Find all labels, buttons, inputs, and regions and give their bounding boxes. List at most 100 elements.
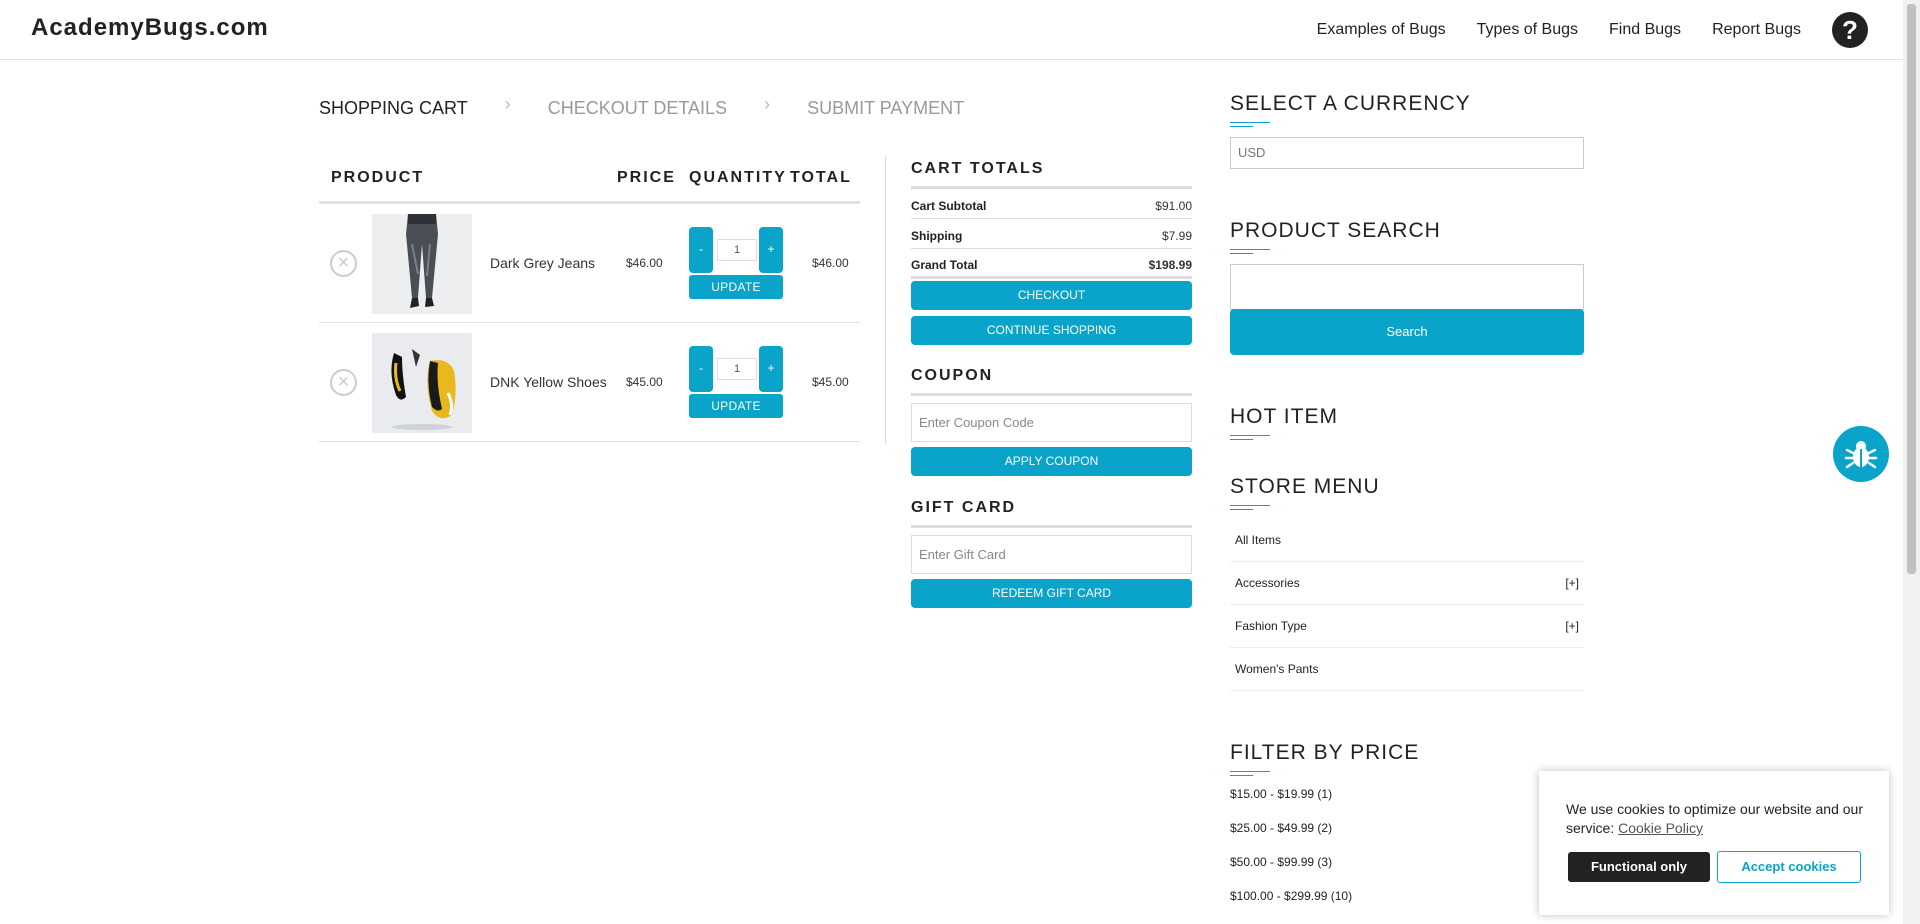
search-button[interactable]: Search xyxy=(1230,309,1584,355)
page-scrollbar[interactable] xyxy=(1903,0,1920,924)
report-bug-floating-button[interactable] xyxy=(1833,426,1889,482)
title-underline xyxy=(1230,249,1584,259)
update-button[interactable]: UPDATE xyxy=(689,394,783,418)
shipping-label: Shipping xyxy=(911,228,963,243)
menu-item-all-items[interactable]: All Items xyxy=(1230,519,1584,562)
shipping-row: Shipping $7.99 xyxy=(911,219,1192,249)
price-filter-list: $15.00 - $19.99 (1) $25.00 - $49.99 (2) … xyxy=(1230,786,1584,922)
product-price: $46.00 xyxy=(626,256,663,270)
cookie-banner: We use cookies to optimize our website a… xyxy=(1539,771,1889,915)
gift-card-title: GIFT CARD xyxy=(911,499,1192,528)
store-menu-title: STORE MENU xyxy=(1230,475,1380,498)
qty-increase-button[interactable]: + xyxy=(759,346,783,392)
qty-increase-button[interactable]: + xyxy=(759,227,783,273)
menu-item-accessories[interactable]: Accessories [+] xyxy=(1230,562,1584,605)
price-filter-link[interactable]: $15.00 - $19.99 (1) xyxy=(1230,786,1584,820)
functional-only-button[interactable]: Functional only xyxy=(1568,852,1710,882)
title-underline xyxy=(1230,122,1584,132)
cookie-policy-link[interactable]: Cookie Policy xyxy=(1618,820,1703,836)
nav-examples-of-bugs[interactable]: Examples of Bugs xyxy=(1317,21,1446,39)
cart-row: × Dark Grey Jeans $46.00 - 1 + UPDATE $4… xyxy=(319,204,860,323)
title-underline xyxy=(1230,771,1584,781)
price-filter-link[interactable]: $100.00 - $299.99 (10) xyxy=(1230,888,1584,922)
sidebar: SELECT A CURRENCY USD PRODUCT SEARCH Sea… xyxy=(1230,92,1584,922)
menu-item-label: Fashion Type xyxy=(1235,619,1307,633)
product-price: $45.00 xyxy=(626,375,663,389)
menu-item-label: Accessories xyxy=(1235,576,1300,590)
filter-price-title: FILTER BY PRICE xyxy=(1230,741,1420,764)
site-logo[interactable]: AcademyBugs.com xyxy=(31,14,269,42)
remove-item-icon[interactable]: × xyxy=(330,250,357,277)
subtotal-row: Cart Subtotal $91.00 xyxy=(911,189,1192,219)
column-divider xyxy=(885,156,886,444)
product-name[interactable]: Dark Grey Jeans xyxy=(490,255,595,271)
title-underline xyxy=(1230,435,1584,445)
product-image-jeans[interactable] xyxy=(372,214,472,314)
quantity-stepper: - 1 + xyxy=(689,346,785,392)
menu-item-womens-pants[interactable]: Women's Pants xyxy=(1230,648,1584,691)
bug-icon xyxy=(1844,441,1878,469)
qty-input[interactable]: 1 xyxy=(717,239,757,261)
checkout-button[interactable]: CHECKOUT xyxy=(911,281,1192,310)
checkout-steps: SHOPPING CART › CHECKOUT DETAILS › SUBMI… xyxy=(319,94,964,119)
question-icon[interactable]: ? xyxy=(1832,12,1868,48)
coupon-input[interactable]: Enter Coupon Code xyxy=(911,403,1192,442)
col-total: TOTAL xyxy=(790,169,852,186)
col-price: PRICE xyxy=(617,169,676,186)
product-name[interactable]: DNK Yellow Shoes xyxy=(490,374,607,390)
chevron-right-icon: › xyxy=(504,94,511,114)
qty-decrease-button[interactable]: - xyxy=(689,346,713,392)
cart-totals-panel: CART TOTALS Cart Subtotal $91.00 Shippin… xyxy=(911,160,1192,608)
update-button[interactable]: UPDATE xyxy=(689,275,783,299)
cart-row: × DNK Yellow Shoes $45.00 - 1 + UPDATE $… xyxy=(319,323,860,442)
qty-input[interactable]: 1 xyxy=(717,358,757,380)
shipping-value: $7.99 xyxy=(1161,228,1192,243)
grand-total-label: Grand Total xyxy=(911,257,978,272)
nav-report-bugs[interactable]: Report Bugs xyxy=(1712,21,1801,39)
price-filter-link[interactable]: $50.00 - $99.99 (3) xyxy=(1230,854,1584,888)
title-underline xyxy=(1230,505,1584,515)
remove-item-icon[interactable]: × xyxy=(330,369,357,396)
line-total: $45.00 xyxy=(812,375,849,389)
nav-find-bugs[interactable]: Find Bugs xyxy=(1609,21,1681,39)
chevron-right-icon: › xyxy=(764,94,771,114)
continue-shopping-button[interactable]: CONTINUE SHOPPING xyxy=(911,316,1192,345)
col-quantity: QUANTITY xyxy=(689,169,787,186)
site-header: AcademyBugs.com Examples of Bugs Types o… xyxy=(0,0,1903,60)
qty-decrease-button[interactable]: - xyxy=(689,227,713,273)
grand-total-value: $198.99 xyxy=(1148,257,1192,272)
menu-expand-toggle[interactable]: [+] xyxy=(1565,619,1579,633)
cart-table: PRODUCT PRICE QUANTITY TOTAL × Dark Grey… xyxy=(319,156,860,442)
product-search-title: PRODUCT SEARCH xyxy=(1230,219,1441,242)
nav-types-of-bugs[interactable]: Types of Bugs xyxy=(1477,21,1578,39)
apply-coupon-button[interactable]: APPLY COUPON xyxy=(911,447,1192,476)
gift-card-input[interactable]: Enter Gift Card xyxy=(911,535,1192,574)
product-image-shoes[interactable] xyxy=(372,333,472,433)
cart-table-header: PRODUCT PRICE QUANTITY TOTAL xyxy=(319,156,860,204)
step-submit-payment[interactable]: SUBMIT PAYMENT xyxy=(807,98,964,119)
coupon-title: COUPON xyxy=(911,367,1192,396)
scrollbar-thumb[interactable] xyxy=(1907,4,1916,574)
cart-totals-title: CART TOTALS xyxy=(911,160,1192,189)
redeem-gift-card-button[interactable]: REDEEM GIFT CARD xyxy=(911,579,1192,608)
currency-select[interactable]: USD xyxy=(1230,137,1584,169)
cookie-message: We use cookies to optimize our website a… xyxy=(1566,800,1866,838)
hot-item-title: HOT ITEM xyxy=(1230,405,1338,428)
accept-cookies-button[interactable]: Accept cookies xyxy=(1717,851,1861,883)
quantity-stepper: - 1 + xyxy=(689,227,785,273)
menu-item-label: Women's Pants xyxy=(1235,662,1319,676)
subtotal-value: $91.00 xyxy=(1155,198,1192,213)
currency-title: SELECT A CURRENCY xyxy=(1230,92,1471,115)
price-filter-link[interactable]: $25.00 - $49.99 (2) xyxy=(1230,820,1584,854)
menu-item-label: All Items xyxy=(1235,533,1282,547)
search-input[interactable] xyxy=(1230,264,1584,310)
store-menu-list: All Items Accessories [+] Fashion Type [… xyxy=(1230,519,1584,691)
menu-item-fashion-type[interactable]: Fashion Type [+] xyxy=(1230,605,1584,648)
col-product: PRODUCT xyxy=(331,169,425,186)
step-checkout-details[interactable]: CHECKOUT DETAILS xyxy=(548,98,727,119)
step-shopping-cart[interactable]: SHOPPING CART xyxy=(319,98,468,119)
subtotal-label: Cart Subtotal xyxy=(911,198,987,213)
line-total: $46.00 xyxy=(812,256,849,270)
cookie-text: We use cookies to optimize our website a… xyxy=(1566,801,1864,836)
menu-expand-toggle[interactable]: [+] xyxy=(1565,576,1579,590)
